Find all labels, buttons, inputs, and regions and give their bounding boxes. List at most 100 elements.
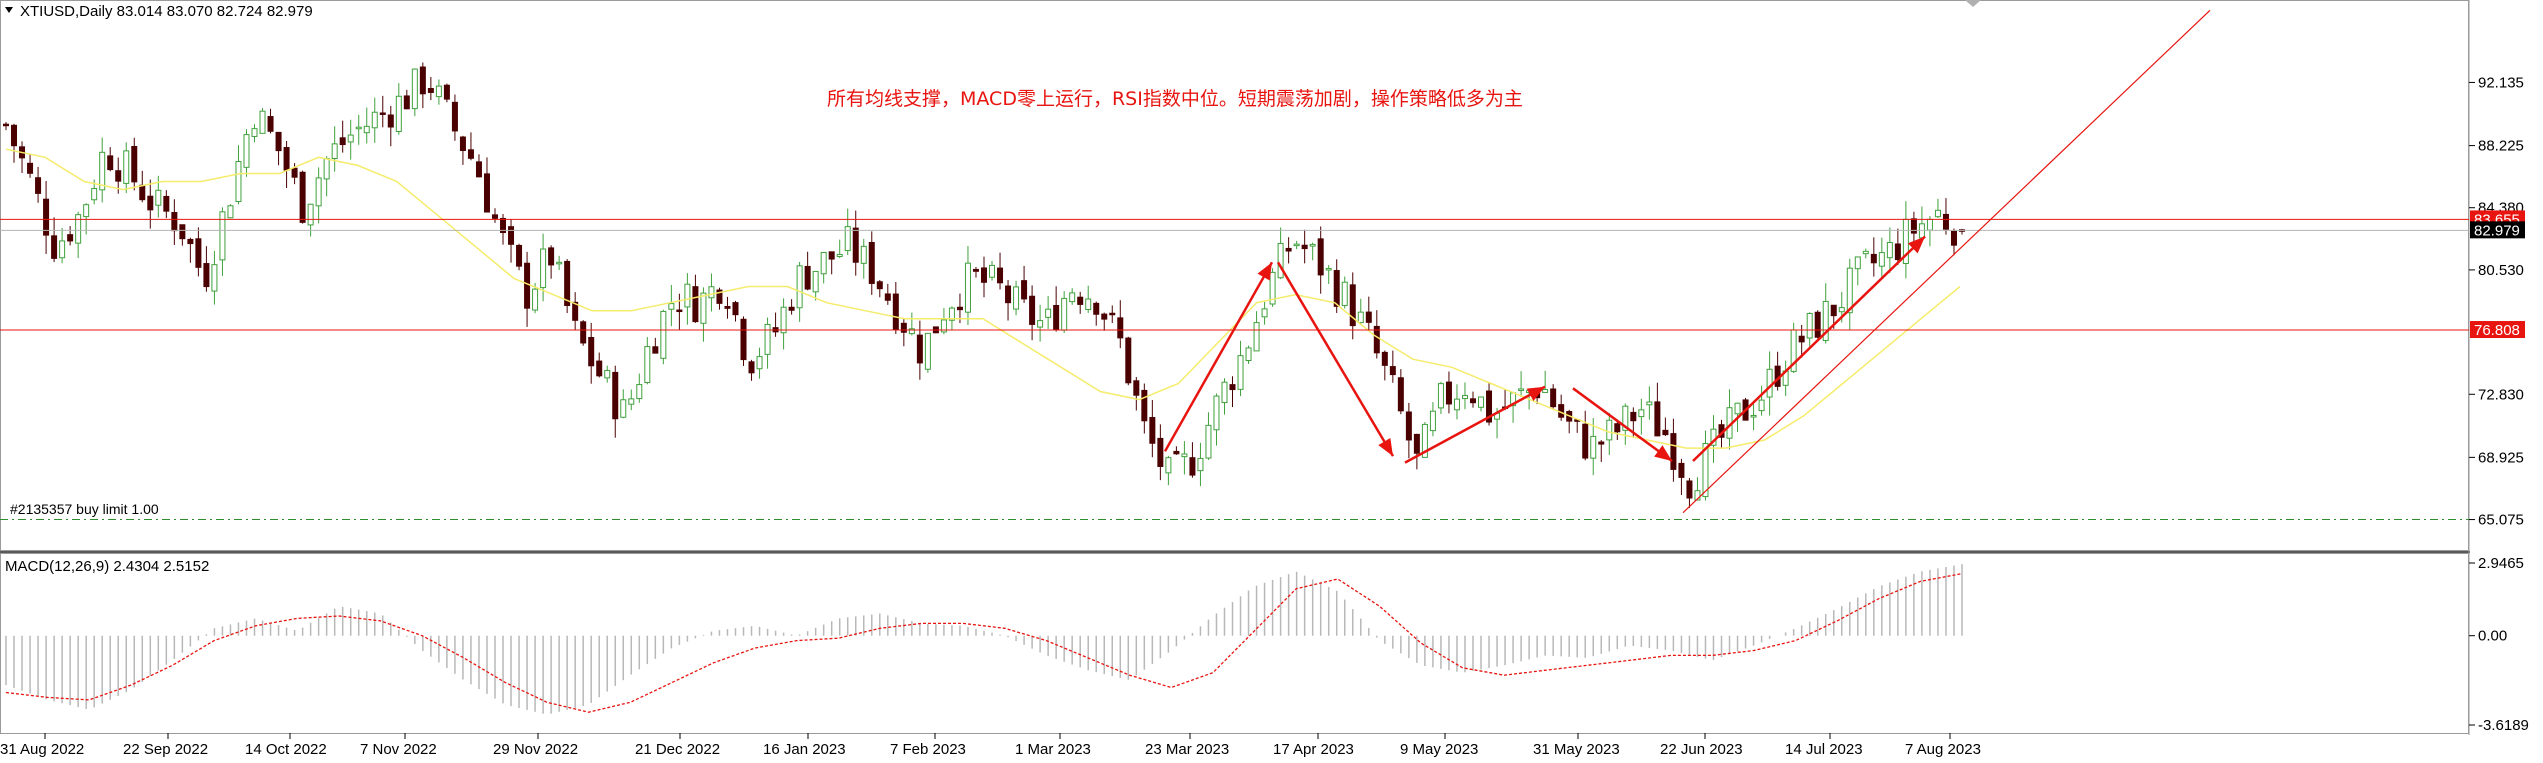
- bear-candle: [451, 101, 458, 132]
- bear-candle: [997, 267, 1004, 284]
- date-tick-label: 22 Sep 2022: [123, 741, 208, 758]
- price-tag-label: 82.979: [2474, 222, 2520, 239]
- macd-header: MACD(12,26,9) 2.4304 2.5152: [5, 558, 209, 575]
- bear-candle: [1630, 411, 1637, 422]
- bear-candle: [403, 95, 410, 110]
- bear-candle: [1317, 238, 1324, 276]
- bear-candle: [740, 318, 747, 361]
- bear-candle: [483, 173, 490, 213]
- bear-candle: [1670, 433, 1677, 470]
- bull-candle: [1357, 311, 1364, 324]
- bear-candle: [868, 241, 875, 284]
- bear-candle: [1814, 311, 1821, 338]
- bear-candle: [492, 214, 498, 219]
- bear-candle: [516, 244, 523, 267]
- bull-candle: [1453, 398, 1460, 411]
- bull-candle: [1934, 209, 1941, 218]
- bull-candle: [251, 128, 258, 137]
- bear-candle: [339, 137, 346, 146]
- bull-candle: [1293, 243, 1300, 247]
- date-tick-label: 9 May 2023: [1400, 741, 1478, 758]
- date-tick-label: 22 Jun 2023: [1660, 741, 1743, 758]
- bull-candle: [764, 323, 771, 355]
- price-tag-label: 76.808: [2474, 322, 2520, 339]
- bear-candle: [916, 334, 923, 364]
- bull-candle: [395, 95, 402, 132]
- bull-candle: [780, 306, 787, 334]
- date-tick-label: 1 Mar 2023: [1015, 741, 1091, 758]
- trading-chart[interactable]: XTIUSD,Daily 83.014 83.070 82.724 82.979…: [0, 0, 2543, 763]
- price-tick-label: 65.075: [2478, 512, 2524, 529]
- bear-candle: [139, 184, 146, 201]
- bull-candle: [1221, 381, 1228, 404]
- bear-candle: [1189, 457, 1196, 476]
- bear-candle: [1109, 312, 1116, 316]
- bear-candle: [1558, 404, 1565, 418]
- chart-annotation: 所有均线支撑，MACD零上运行，RSI指数中位。短期震荡加剧，操作策略低多为主: [827, 88, 1523, 110]
- bear-candle: [1301, 244, 1308, 250]
- bull-candle: [411, 68, 418, 110]
- bear-candle: [1141, 389, 1148, 422]
- bull-candle: [708, 286, 715, 299]
- bear-candle: [51, 235, 58, 259]
- bull-candle: [1253, 322, 1260, 352]
- bear-candle: [788, 306, 795, 311]
- bear-candle: [475, 161, 482, 178]
- bear-candle: [748, 361, 755, 374]
- bear-candle: [147, 195, 154, 211]
- macd-panel-frame: [0, 553, 2469, 734]
- bull-candle: [1045, 308, 1052, 318]
- bear-candle: [3, 123, 9, 127]
- bear-candle: [1101, 313, 1108, 320]
- bear-candle: [1077, 296, 1084, 305]
- bull-candle: [363, 125, 370, 134]
- bear-candle: [972, 268, 979, 272]
- bear-candle: [387, 114, 394, 128]
- bear-candle: [596, 360, 603, 377]
- bear-candle: [419, 66, 426, 95]
- bull-candle: [83, 204, 90, 218]
- bull-candle: [371, 111, 378, 129]
- bear-candle: [1614, 423, 1621, 433]
- bear-candle: [1894, 243, 1901, 261]
- bear-candle: [1654, 401, 1661, 437]
- macd-tick-label: 0.00: [2478, 628, 2507, 645]
- date-tick-label: 7 Nov 2022: [360, 741, 437, 758]
- bull-candle: [1926, 218, 1933, 231]
- bear-candle: [27, 162, 34, 174]
- bull-candle: [323, 158, 330, 180]
- bull-candle: [243, 134, 250, 168]
- bear-candle: [171, 212, 178, 232]
- bull-candle: [1734, 402, 1741, 415]
- bear-candle: [564, 260, 571, 306]
- bull-candle: [1806, 313, 1813, 339]
- date-tick-label: 7 Feb 2023: [890, 741, 966, 758]
- bull-candle: [820, 251, 827, 275]
- bull-candle: [1437, 383, 1444, 409]
- bull-candle: [540, 248, 547, 289]
- date-tick-label: 29 Nov 2022: [493, 741, 578, 758]
- bull-candle: [123, 150, 130, 184]
- bull-candle: [1013, 286, 1020, 310]
- bear-candle: [588, 336, 595, 367]
- date-tick-label: 21 Dec 2022: [635, 741, 720, 758]
- bull-candle: [1165, 457, 1172, 474]
- bull-candle: [1341, 281, 1348, 306]
- bull-candle: [59, 240, 66, 259]
- bull-candle: [1606, 419, 1613, 441]
- bear-candle: [427, 88, 434, 93]
- bear-candle: [1157, 437, 1164, 467]
- bull-candle: [1277, 242, 1284, 279]
- bear-candle: [1662, 429, 1669, 436]
- bear-candle: [900, 322, 907, 333]
- bull-candle: [660, 310, 667, 359]
- bull-candle: [1750, 414, 1757, 418]
- order-label: #2135357 buy limit 1.00: [10, 501, 159, 517]
- bear-candle: [443, 84, 450, 100]
- bear-candle: [179, 224, 186, 240]
- bear-candle: [1870, 253, 1877, 264]
- bear-candle: [1333, 270, 1340, 307]
- bull-candle: [1245, 347, 1252, 361]
- bull-candle: [1758, 399, 1765, 412]
- bull-candle: [636, 384, 643, 400]
